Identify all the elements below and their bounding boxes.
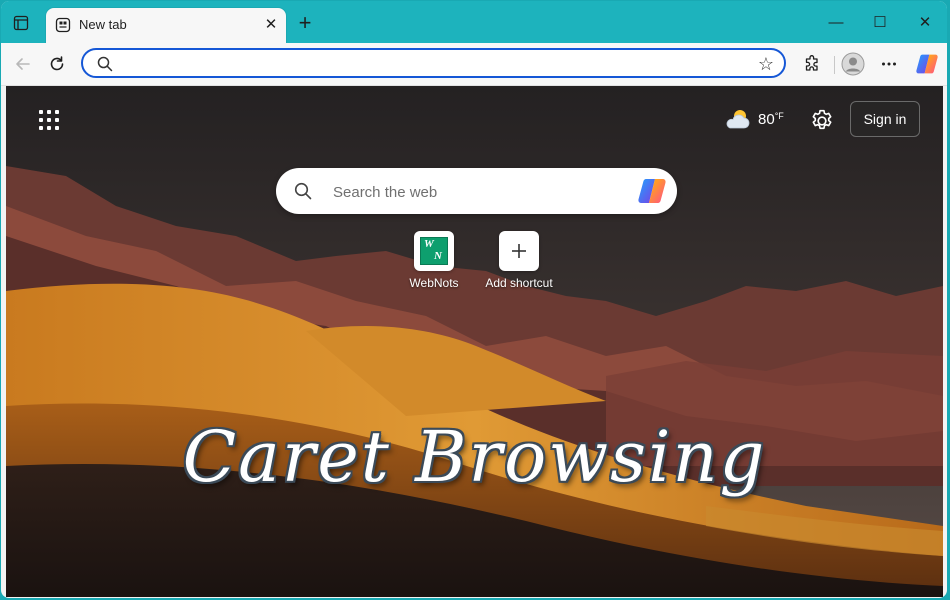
search-icon [97, 56, 113, 72]
extensions-icon[interactable] [799, 51, 825, 77]
address-bar[interactable]: ☆ [81, 48, 786, 78]
webnots-logo-icon: W N [414, 231, 454, 271]
sign-in-button[interactable]: Sign in [850, 101, 920, 137]
browser-window: New tab ✕ + — ☐ ✕ ☆ 80°F Sign in Search … [1, 1, 947, 598]
overlay-title: Caret Browsing [182, 416, 767, 498]
shortcut-label: Add shortcut [485, 276, 553, 290]
tab-title: New tab [79, 17, 127, 32]
toolbar-divider [834, 56, 835, 74]
web-search-box[interactable] [276, 168, 677, 214]
weather-widget[interactable]: 80°F [724, 108, 784, 130]
plus-icon [499, 231, 539, 271]
add-shortcut-button[interactable]: Add shortcut [469, 231, 569, 290]
web-search-input[interactable] [331, 182, 615, 202]
new-tab-page-icon [55, 17, 71, 33]
star-icon[interactable]: ☆ [756, 54, 776, 74]
close-window-button[interactable]: ✕ [913, 12, 937, 34]
refresh-icon[interactable] [43, 50, 71, 78]
desert-background-image [6, 86, 943, 597]
tab-strip: New tab ✕ + — ☐ ✕ [1, 1, 947, 43]
tab-new-tab[interactable]: New tab ✕ [46, 8, 286, 43]
weather-temperature: 80°F [758, 110, 784, 128]
new-tab-button[interactable]: + [293, 12, 317, 36]
copilot-icon[interactable] [637, 177, 667, 205]
maximize-button[interactable]: ☐ [868, 12, 892, 34]
copilot-icon[interactable] [914, 51, 940, 77]
tab-close-icon[interactable]: ✕ [262, 16, 280, 34]
settings-gear-icon[interactable] [809, 108, 835, 134]
back-arrow-icon[interactable] [9, 50, 37, 78]
minimize-button[interactable]: — [824, 12, 848, 34]
new-tab-page: 80°F Sign in Search the web W N WebNots … [6, 86, 943, 597]
search-icon [294, 182, 312, 200]
tab-actions-icon[interactable] [10, 12, 32, 34]
more-icon[interactable] [876, 51, 902, 77]
profile-icon[interactable] [840, 51, 866, 77]
address-input[interactable] [123, 55, 747, 75]
toolbar: ☆ [1, 43, 947, 86]
apps-launcher-icon[interactable] [37, 108, 61, 132]
partly-cloudy-icon [726, 110, 750, 129]
